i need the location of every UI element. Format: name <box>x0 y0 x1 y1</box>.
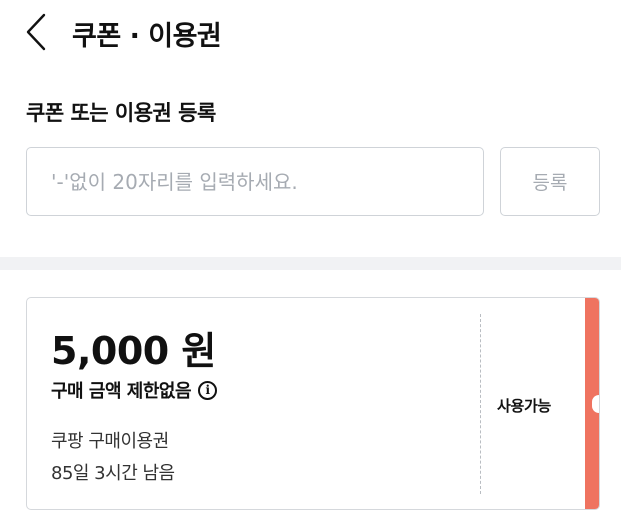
coupon-card: 5,000 원 구매 금액 제한없음 i 쿠팡 구매이용권 85일 3시간 남음… <box>26 297 600 510</box>
back-button[interactable] <box>22 12 52 52</box>
header: 쿠폰 · 이용권 <box>0 0 621 64</box>
chevron-left-icon <box>26 13 46 51</box>
register-button[interactable]: 등록 <box>500 147 600 216</box>
coupon-amount: 5,000 원 <box>51 329 216 373</box>
page-title: 쿠폰 · 이용권 <box>72 21 222 52</box>
info-icon[interactable]: i <box>198 380 218 400</box>
coupon-limit-text: 구매 금액 제한없음 <box>51 381 192 402</box>
coupon-code-input[interactable] <box>26 147 484 216</box>
coupon-status: 사용가능 <box>497 397 552 415</box>
coupon-type: 쿠팡 구매이용권 <box>51 431 169 452</box>
section-divider <box>0 257 621 270</box>
coupon-limit: 구매 금액 제한없음 i <box>51 377 218 403</box>
coupon-notch <box>592 395 599 413</box>
register-section-title: 쿠폰 또는 이용권 등록 <box>26 101 216 125</box>
coupon-perforation <box>480 314 481 494</box>
coupon-remaining-time: 85일 3시간 남음 <box>51 463 175 484</box>
